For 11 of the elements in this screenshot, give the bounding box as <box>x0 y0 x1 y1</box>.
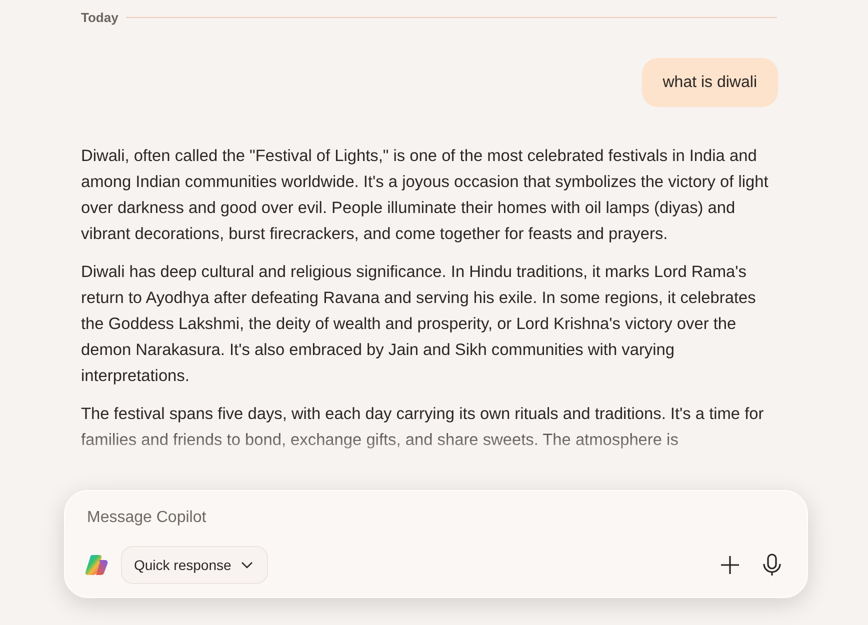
plus-icon <box>719 554 741 576</box>
microphone-icon <box>761 553 783 577</box>
user-message: what is diwali <box>642 58 778 107</box>
response-mode-dropdown[interactable]: Quick response <box>121 546 268 584</box>
chevron-down-icon <box>241 561 254 569</box>
answer-paragraph: Diwali, often called the "Festival of Lights," is one of the most celebrated festivals in India and among Indian communities worldwide. It's a joyous occasion that symbolizes the victory of light over darkness and good over evil. People illuminate their homes with oil lamps (diyas) and vibrant decorations, burst firecrackers, and come together for feasts and prayers. <box>81 146 770 245</box>
message-field[interactable]: Message Copilot Quick response <box>64 490 808 598</box>
copilot-logo-icon[interactable] <box>85 554 109 576</box>
answer-paragraph: Diwali has deep cultural and religious significance. In Hindu traditions, it marks Lord Rama's return to Ayodhya after defeating Ravana and serving his exile. In some regions, it celebrates the Goddess Lakshmi, the deity of wealth and prosperity, or Lord Krishna's victory over the demon Narakasura. It's also embraced by Jain and Sikh communities with varying interpretations. <box>81 262 757 387</box>
answer-paragraph: The festival spans five days, with each day carrying its own rituals and traditions. It's a time for families and friends to bond, exchange gifts, and share sweets. The atmosphere is <box>81 404 765 451</box>
day-label: Today <box>81 10 118 24</box>
